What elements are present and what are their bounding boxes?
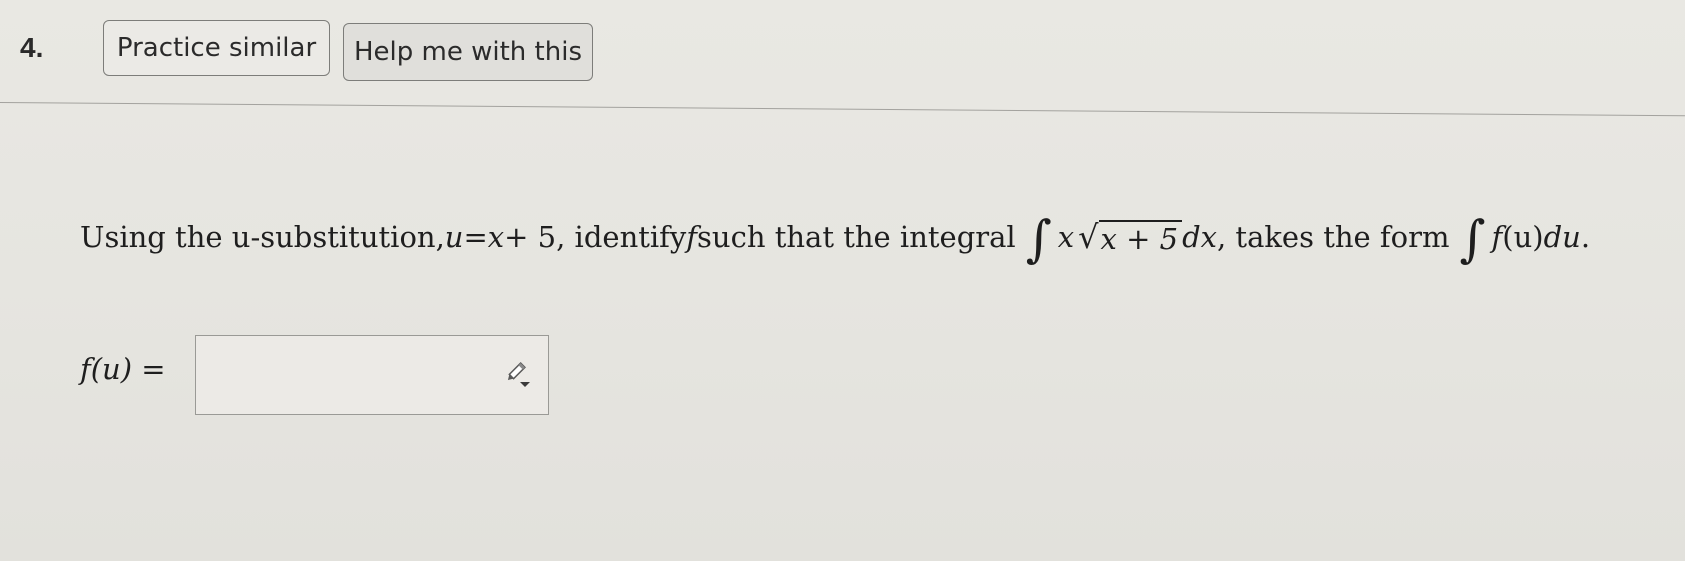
substitution-variable: u [444,220,464,254]
question-text: Using the u-substitution, u = x + 5 , id… [80,210,1591,268]
question-end: . [1580,220,1591,254]
answer-input[interactable] [195,335,549,415]
integral-symbol-2: ∫ [1459,210,1486,268]
question-intro: Using the u-substitution, [80,220,445,254]
du: du [1543,220,1581,254]
practice-similar-button[interactable]: Practice similar [103,20,330,76]
form-arg: (u) [1502,220,1544,254]
substitution-x: x [487,220,505,254]
square-root: √ x + 5 [1074,218,1183,256]
help-me-button[interactable]: Help me with this [343,23,593,81]
integrand-x: x [1057,220,1075,254]
radicand: x + 5 [1098,220,1183,256]
dx: dx [1182,220,1217,254]
substitution-equals: = [463,220,488,254]
question-after-sub: , identify [556,220,687,254]
form-f: f [1491,220,1503,254]
divider [0,102,1685,117]
integral-symbol: ∫ [1025,210,1052,268]
substitution-rest: + 5 [504,220,557,254]
question-after-integral: , takes the form [1216,220,1450,254]
radical-symbol: √ [1078,218,1099,256]
pencil-dropdown-icon[interactable] [503,361,531,389]
answer-label: f(u) = [80,352,166,386]
f-symbol: f [686,220,698,254]
problem-number: 4. [20,32,44,63]
question-middle: such that the integral [697,220,1016,254]
